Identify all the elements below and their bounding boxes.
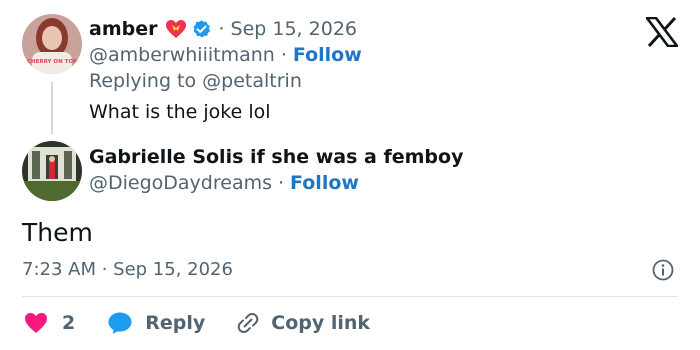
tweet-timestamp[interactable]: 7:23 AM · Sep 15, 2026 <box>22 259 233 281</box>
author-name[interactable]: Gabrielle Solis if she was a femboy <box>89 145 463 169</box>
tweet-subheader: @DiegoDaydreams · Follow <box>89 171 359 195</box>
tweet-date[interactable]: Sep 15, 2026 <box>231 17 357 41</box>
author-handle[interactable]: @amberwhiiitmann <box>89 43 275 67</box>
avatar-diego[interactable] <box>22 141 82 201</box>
avatar-amber-image: CHERRY ON TOP <box>22 14 82 74</box>
follow-button[interactable]: Follow <box>290 171 359 195</box>
parent-tweet-subheader: @amberwhiiitmann · Follow <box>89 43 362 67</box>
separator-dot: · <box>278 172 285 194</box>
actions-divider <box>22 296 678 297</box>
tweet-text: Them <box>22 218 93 247</box>
copy-link-label: Copy link <box>271 312 371 334</box>
like-count: 2 <box>62 312 76 334</box>
avatar-diego-image <box>22 141 82 201</box>
reply-bubble-icon <box>108 312 132 334</box>
reply-button[interactable]: Reply <box>107 311 205 335</box>
avatar-caption: CHERRY ON TOP <box>27 59 77 65</box>
avatar-amber[interactable]: CHERRY ON TOP <box>22 14 82 74</box>
follow-button[interactable]: Follow <box>293 43 362 67</box>
author-name[interactable]: amber <box>89 17 157 41</box>
author-handle[interactable]: @DiegoDaydreams <box>89 171 272 195</box>
x-logo-icon[interactable] <box>646 17 678 47</box>
separator-dot: · <box>280 44 287 66</box>
heart-icon <box>25 313 47 333</box>
parent-tweet-text: What is the joke lol <box>89 101 271 123</box>
separator-dot: · <box>218 18 225 40</box>
tweet-actions: 2 Reply Copy link <box>24 310 370 336</box>
parent-tweet-header: amber · Sep 15, 2026 <box>89 17 357 41</box>
heart-with-ribbon-icon <box>166 20 187 38</box>
replying-to-label[interactable]: Replying to @petaltrin <box>89 69 302 93</box>
info-icon[interactable] <box>652 259 674 281</box>
thread-connector <box>51 82 53 134</box>
replying-to: Replying to @petaltrin <box>89 69 302 93</box>
reply-label: Reply <box>145 312 206 334</box>
link-icon <box>237 313 259 333</box>
like-button[interactable]: 2 <box>24 312 75 334</box>
verified-badge-icon <box>193 19 211 37</box>
copy-link-button[interactable]: Copy link <box>235 311 370 335</box>
tweet-header: Gabrielle Solis if she was a femboy <box>89 145 463 169</box>
